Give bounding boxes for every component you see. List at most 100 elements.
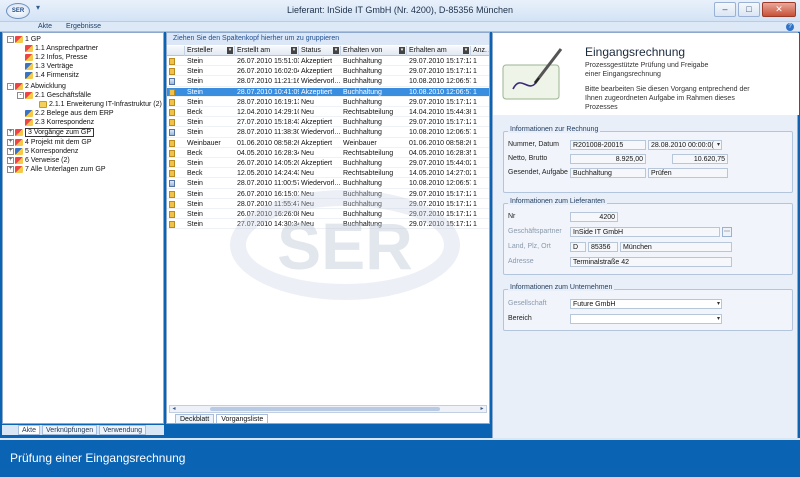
tab-vorgangsliste[interactable]: Vorgangsliste [216, 414, 269, 423]
gesellschaft-select[interactable]: Future GmbH ▾ [570, 299, 722, 309]
adresse-label: Adresse [508, 258, 534, 265]
table-row[interactable]: Beck 12.05.2010 14:24:43 Neu Rechtsabteilun… [167, 169, 489, 179]
dropdown-icon[interactable]: ▾ [717, 141, 720, 149]
partner-field[interactable]: InSide IT GmbH [570, 227, 720, 237]
document-icon [169, 88, 175, 96]
expand-icon[interactable]: + [7, 129, 14, 136]
adresse-field[interactable]: Terminalstraße 42 [570, 257, 732, 267]
tree-item-projekt[interactable]: + 4 Projekt mit dem GP [7, 138, 92, 147]
dropdown-icon[interactable]: ▾ [717, 300, 720, 308]
scroll-thumb[interactable] [210, 407, 440, 411]
table-row[interactable]: Stein 26.07.2010 16:02:04 Akzeptiert Buchha… [167, 67, 489, 77]
tree-item-firmensitz[interactable]: 1.4 Firmensitz [25, 71, 79, 80]
supplier-nr-label: Nr [508, 213, 516, 220]
table-row[interactable]: Stein 28.07.2010 11:38:30 Wiedervorl... Buc… [167, 128, 489, 138]
tab-akte[interactable]: Akte [38, 22, 52, 31]
maximize-button[interactable]: □ [738, 2, 760, 17]
tree-item-vertraege[interactable]: 1.3 Verträge [25, 62, 73, 71]
tree-item-verweise[interactable]: + 6 Verweise (2) [7, 156, 70, 165]
table-row[interactable]: Stein 26.07.2010 16:26:08 Neu Buchhaltung 29… [167, 210, 489, 220]
dropdown-icon[interactable]: ▾ [717, 315, 720, 323]
table-cell: 01.06.2010 08:58:26 [409, 139, 471, 147]
aufgabe-field[interactable]: Prüfen [648, 168, 728, 178]
grid-tabs: Deckblatt Vorgangsliste [175, 414, 269, 423]
tab-ergebnisse[interactable]: Ergebnisse [66, 22, 101, 31]
dropdown-icon[interactable]: ▾ [291, 47, 297, 54]
tree-item-alle-unterlagen[interactable]: + 7 Alle Unterlagen zum GP [7, 165, 106, 174]
expand-icon[interactable]: + [7, 139, 14, 146]
column-header-status[interactable]: Status ▾ [299, 46, 341, 56]
tree-item-gp[interactable]: - 1 GP [7, 35, 41, 44]
tree-item-geschaeftsfaelle[interactable]: - 2.1 Geschäftsfälle [17, 91, 91, 100]
minimize-button[interactable]: – [714, 2, 736, 17]
expand-icon[interactable]: + [7, 148, 14, 155]
collapse-icon[interactable]: - [17, 92, 24, 99]
brutto-field[interactable]: 10.620,75 [672, 154, 728, 164]
table-row[interactable]: Stein 26.07.2010 16:15:01 Neu Buchhaltung 29… [167, 190, 489, 199]
table-row[interactable]: Stein 28.07.2010 11:00:57 Wiedervorl... Buc… [167, 179, 489, 189]
table-row[interactable]: Beck 04.05.2010 16:28:34 Neu Rechtsabteilun… [167, 149, 489, 158]
dropdown-icon[interactable]: ▾ [227, 47, 233, 54]
table-cell: Stein [187, 129, 203, 137]
dropdown-icon[interactable]: ▾ [463, 47, 469, 54]
help-icon[interactable]: ? [786, 23, 794, 31]
expand-icon[interactable]: + [7, 157, 14, 164]
gesendet-field[interactable]: Buchhaltung [570, 168, 646, 178]
column-header-anzahl[interactable]: Anz. A [471, 46, 489, 56]
table-cell: Weinbauer [187, 139, 221, 147]
column-header-erhalten-von[interactable]: Erhalten von ▾ [341, 46, 407, 56]
table-row[interactable]: Stein 28.07.2010 11:21:16 Wiedervorl... Buc… [167, 77, 489, 87]
tab-verknuepfungen[interactable]: Verknüpfungen [42, 425, 98, 435]
tree-item-korrespondenz-sub[interactable]: 2.3 Korrespondenz [25, 118, 94, 127]
scroll-right-icon[interactable]: ▸ [478, 406, 486, 412]
supplier-nr-field[interactable]: 4200 [570, 212, 618, 222]
horizontal-scrollbar[interactable]: ◂ ▸ [169, 405, 487, 413]
table-cell: 10.08.2010 12:06:57 [409, 88, 471, 96]
column-header-erstellt-am[interactable]: Erstellt am ▾ [235, 46, 299, 56]
table-row[interactable]: Weinbauer 01.06.2010 08:58:26 Akzeptiert We… [167, 139, 489, 148]
plz-field[interactable]: 85356 [588, 242, 618, 252]
table-row[interactable]: Stein 28.07.2010 11:55:47 Neu Buchhaltung 29… [167, 200, 489, 209]
tree-item-erweiterung[interactable]: 2.1.1 Erweiterung IT-Infrastruktur (2) [39, 100, 162, 109]
tab-deckblatt[interactable]: Deckblatt [175, 414, 215, 423]
invoice-number-field[interactable]: R201008-20015 [570, 140, 646, 150]
scroll-left-icon[interactable]: ◂ [170, 406, 178, 412]
table-row[interactable]: Stein 28.07.2010 10:41:09 Akzeptiert Buchha… [167, 87, 489, 97]
tab-akte-tree[interactable]: Akte [18, 425, 41, 435]
tree-item-abwicklung[interactable]: - 2 Abwicklung [7, 82, 66, 91]
table-cell: 1 [473, 78, 477, 86]
tree-item-belege-erp[interactable]: 2.2 Belege aus dem ERP [25, 109, 114, 118]
netto-field[interactable]: 8.925,00 [570, 154, 646, 164]
partner-picker-icon[interactable]: ⋯ [722, 227, 732, 237]
gesellschaft-label: Gesellschaft [508, 300, 547, 307]
tree-item-ansprechpartner[interactable]: 1.1 Ansprechpartner [25, 44, 98, 53]
tree-item-infos-presse[interactable]: 1.2 Infos, Presse [25, 53, 88, 62]
bereich-select[interactable]: ▾ [570, 314, 722, 324]
column-header-ersteller[interactable]: Ersteller ▾ [185, 46, 235, 56]
table-row[interactable]: Stein 26.07.2010 14:05:20 Akzeptiert Buchha… [167, 159, 489, 169]
column-header-icon[interactable] [167, 46, 185, 56]
dropdown-icon[interactable]: ▾ [333, 47, 339, 54]
tree-item-vorgaenge[interactable]: + 3 Vorgänge zum GP [7, 128, 95, 137]
table-row[interactable]: Stein 27.07.2010 14:30:34 Neu Buchhaltung 29… [167, 220, 489, 230]
tree-item-korrespondenz[interactable]: + 5 Korrespondenz [7, 147, 78, 156]
group-by-hint[interactable]: Ziehen Sie den Spaltenkopf hierher um zu… [167, 33, 489, 45]
tab-verwendung[interactable]: Verwendung [99, 425, 147, 435]
dropdown-icon[interactable]: ▾ [399, 47, 405, 54]
ort-field[interactable]: München [620, 242, 732, 252]
collapse-icon[interactable]: - [7, 83, 14, 90]
collapse-icon[interactable]: - [7, 36, 14, 43]
table-row[interactable]: Beck 12.04.2010 14:29:10 Neu Rechtsabteilun… [167, 108, 489, 118]
column-header-erhalten-am[interactable]: Erhalten am ▾ [407, 46, 471, 56]
invoice-date-field[interactable]: 28.08.2010 00:00:0(▾ [648, 140, 722, 150]
close-button[interactable]: ✕ [762, 2, 796, 17]
table-row[interactable]: Stein 28.07.2010 16:19:13 Neu Buchhaltung 29… [167, 98, 489, 107]
table-row[interactable]: Stein 27.07.2010 15:18:43 Akzeptiert Buchha… [167, 118, 489, 128]
table-row[interactable]: Stein 26.07.2010 15:51:03 Akzeptiert Buchha… [167, 57, 489, 67]
land-field[interactable]: D [570, 242, 586, 252]
folder-icon [25, 54, 33, 61]
column-header-label: Erhalten am [409, 47, 447, 54]
folder-icon [25, 45, 33, 52]
expand-icon[interactable]: + [7, 166, 14, 173]
table-cell: 28.07.2010 16:19:13 [237, 98, 299, 106]
